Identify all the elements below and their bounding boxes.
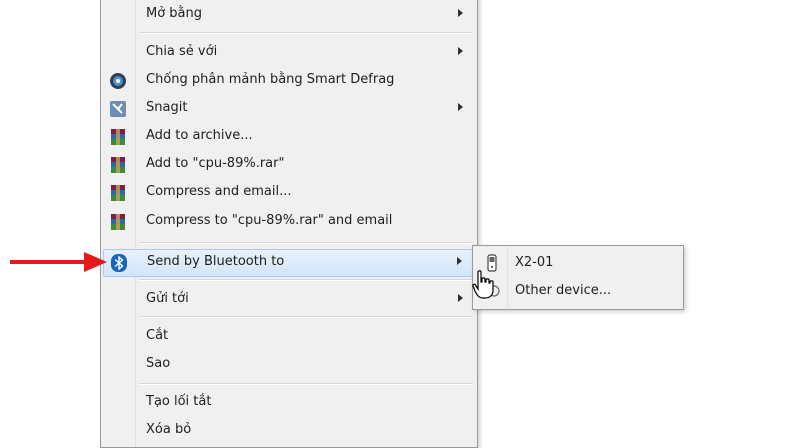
submenu-arrow-icon (458, 9, 463, 17)
menu-item-label: Xóa bỏ (146, 422, 192, 437)
menu-item-label: Chống phân mảnh bằng Smart Defrag (146, 72, 395, 87)
menu-item-add-to-archive[interactable]: Add to archive... (103, 124, 473, 150)
menu-item-create-shortcut[interactable]: Tạo lối tắt (103, 390, 473, 416)
winrar-icon (109, 128, 127, 146)
red-annotation-arrow-icon (10, 252, 107, 272)
menu-item-label: Mở bằng (146, 6, 203, 21)
menu-item-label: Gửi tới (146, 291, 189, 306)
menu-item-label: Add to archive... (146, 128, 253, 143)
menu-item-add-to-rar[interactable]: Add to "cpu-89%.rar" (103, 152, 473, 178)
hand-cursor-icon (472, 270, 494, 299)
submenu-arrow-icon (458, 103, 463, 111)
context-menu: Mở bằng Chia sẻ với Chống phân mảnh bằng… (100, 0, 478, 448)
menu-item-send-by-bluetooth[interactable]: Send by Bluetooth to (103, 249, 473, 277)
menu-separator (139, 242, 473, 244)
menu-separator (139, 32, 473, 34)
smart-defrag-icon (109, 72, 127, 90)
menu-item-label: Cắt (146, 328, 169, 343)
menu-item-copy[interactable]: Sao (103, 352, 473, 378)
submenu-item-other-device[interactable]: Other device... (475, 278, 679, 304)
bluetooth-submenu: X2-01 Other device... (472, 245, 684, 310)
menu-item-compress-to-rar-and-email[interactable]: Compress to "cpu-89%.rar" and email (103, 209, 473, 235)
submenu-item-label: Other device... (515, 283, 612, 298)
menu-separator (139, 279, 473, 281)
submenu-arrow-icon (457, 257, 462, 265)
winrar-icon (109, 213, 127, 231)
menu-item-label: Send by Bluetooth to (147, 254, 285, 269)
menu-item-label: Snagit (146, 100, 188, 115)
menu-item-label: Compress and email... (146, 184, 292, 199)
submenu-arrow-icon (458, 294, 463, 302)
bluetooth-icon (110, 254, 128, 272)
menu-item-cut[interactable]: Cắt (103, 324, 473, 350)
menu-item-label: Add to "cpu-89%.rar" (146, 156, 285, 171)
menu-item-label: Sao (146, 356, 171, 371)
submenu-arrow-icon (458, 47, 463, 55)
submenu-item-x2-01[interactable]: X2-01 (475, 250, 679, 276)
winrar-icon (109, 184, 127, 202)
snagit-icon (109, 100, 127, 118)
menu-separator (139, 316, 473, 318)
menu-item-compress-and-email[interactable]: Compress and email... (103, 180, 473, 206)
menu-item-label: Chia sẻ với (146, 44, 218, 59)
menu-separator (139, 383, 473, 385)
menu-item-label: Compress to "cpu-89%.rar" and email (146, 213, 393, 228)
menu-item-send-to[interactable]: Gửi tới (103, 287, 473, 313)
menu-item-label: Tạo lối tắt (146, 394, 212, 409)
menu-item-snagit[interactable]: Snagit (103, 96, 473, 122)
menu-item-open-with[interactable]: Mở bằng (103, 2, 473, 28)
submenu-item-label: X2-01 (515, 255, 554, 270)
menu-item-share-with[interactable]: Chia sẻ với (103, 40, 473, 66)
menu-item-delete[interactable]: Xóa bỏ (103, 418, 473, 444)
menu-item-smart-defrag[interactable]: Chống phân mảnh bằng Smart Defrag (103, 68, 473, 94)
winrar-icon (109, 156, 127, 174)
